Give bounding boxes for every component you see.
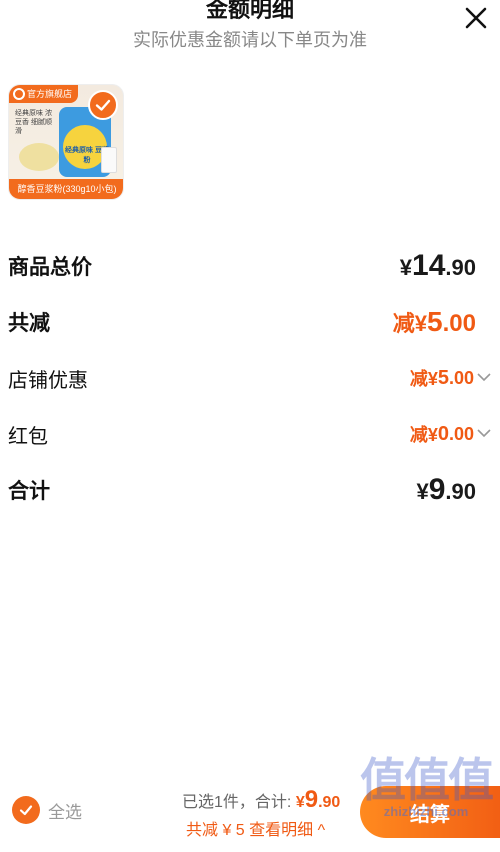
shop-discount-dec: .00 <box>448 367 474 388</box>
product-name: 醇香豆浆粉(330g10小包) <box>9 179 123 199</box>
total-discount-dec: .00 <box>442 310 476 337</box>
bottom-total-dec: .90 <box>318 794 341 811</box>
red-packet-value[interactable]: 减¥ 0.00 <box>410 421 492 447</box>
select-all-check[interactable] <box>12 796 40 824</box>
total-price-label: 商品总价 <box>8 256 92 279</box>
chevron-down-icon <box>477 429 491 438</box>
discount-prefix: 减¥ <box>409 425 438 445</box>
total-price-value: ¥14.90 <box>400 249 476 283</box>
selected-count-text: 已选1件，合计: <box>182 794 292 811</box>
chevron-down-icon <box>477 373 491 382</box>
row-total-discount: 共减 减¥5.00 <box>8 302 492 342</box>
total-discount-value: 减¥5.00 <box>393 306 476 338</box>
discount-prefix: 减¥ <box>409 369 438 389</box>
product-selected-check[interactable] <box>88 90 118 120</box>
powder-image <box>19 143 59 171</box>
select-all-label: 全选 <box>48 802 82 822</box>
red-packet-label: 红包 <box>8 425 48 448</box>
discount-prefix: 减¥ <box>392 311 428 336</box>
bottom-total-int: 9 <box>304 786 319 813</box>
page-title: 金额明细 <box>205 0 294 22</box>
bottom-checkout-bar: 全选 已选1件，合计: ¥9.90 共减 ¥ 5 查看明细 ^ 结算 <box>0 770 500 852</box>
shop-tag-label: 官方旗舰店 <box>27 89 73 99</box>
product-side-text: 经典原味 浓豆香 细腻顺滑 <box>15 110 52 135</box>
selected-summary: 已选1件，合计: ¥9.90 <box>182 786 340 814</box>
sum-label: 合计 <box>8 480 50 503</box>
row-shop-discount[interactable]: 店铺优惠 减¥ 5.00 <box>8 360 492 396</box>
shop-discount-label: 店铺优惠 <box>8 369 88 392</box>
close-icon <box>465 7 487 29</box>
select-all-toggle[interactable]: 全选 <box>12 796 82 824</box>
currency-symbol: ¥ <box>416 479 429 504</box>
row-total-price: 商品总价 ¥14.90 <box>8 246 492 286</box>
shop-tag: 官方旗舰店 <box>9 85 79 103</box>
shop-discount-int: 5 <box>437 366 449 389</box>
total-discount-label: 共减 <box>8 312 50 335</box>
checkout-button[interactable]: 结算 <box>360 786 500 838</box>
currency-symbol: ¥ <box>295 794 305 811</box>
currency-symbol: ¥ <box>399 255 413 280</box>
sum-value: ¥9.90 <box>416 473 476 507</box>
bottom-total: ¥9.90 <box>295 786 341 813</box>
red-packet-dec: .00 <box>448 423 474 444</box>
red-packet-int: 0 <box>437 422 449 445</box>
check-icon <box>95 99 111 111</box>
row-sum: 合计 ¥9.90 <box>8 470 492 510</box>
total-discount-int: 5 <box>427 306 443 337</box>
view-detail-link[interactable]: 共减 ¥ 5 查看明细 ^ <box>186 816 325 840</box>
row-red-packet[interactable]: 红包 减¥ 0.00 <box>8 416 492 452</box>
milk-glass-image <box>101 147 117 173</box>
close-button[interactable] <box>462 4 490 32</box>
total-price-int: 14 <box>412 249 446 282</box>
total-price-dec: .90 <box>445 255 476 280</box>
page-subtitle: 实际优惠金额请以下单页为准 <box>133 30 367 50</box>
check-icon <box>19 805 33 816</box>
shop-logo-icon <box>13 88 25 100</box>
shop-discount-value[interactable]: 减¥ 5.00 <box>410 365 492 391</box>
sum-int: 9 <box>428 473 446 506</box>
sum-dec: .90 <box>445 479 476 504</box>
